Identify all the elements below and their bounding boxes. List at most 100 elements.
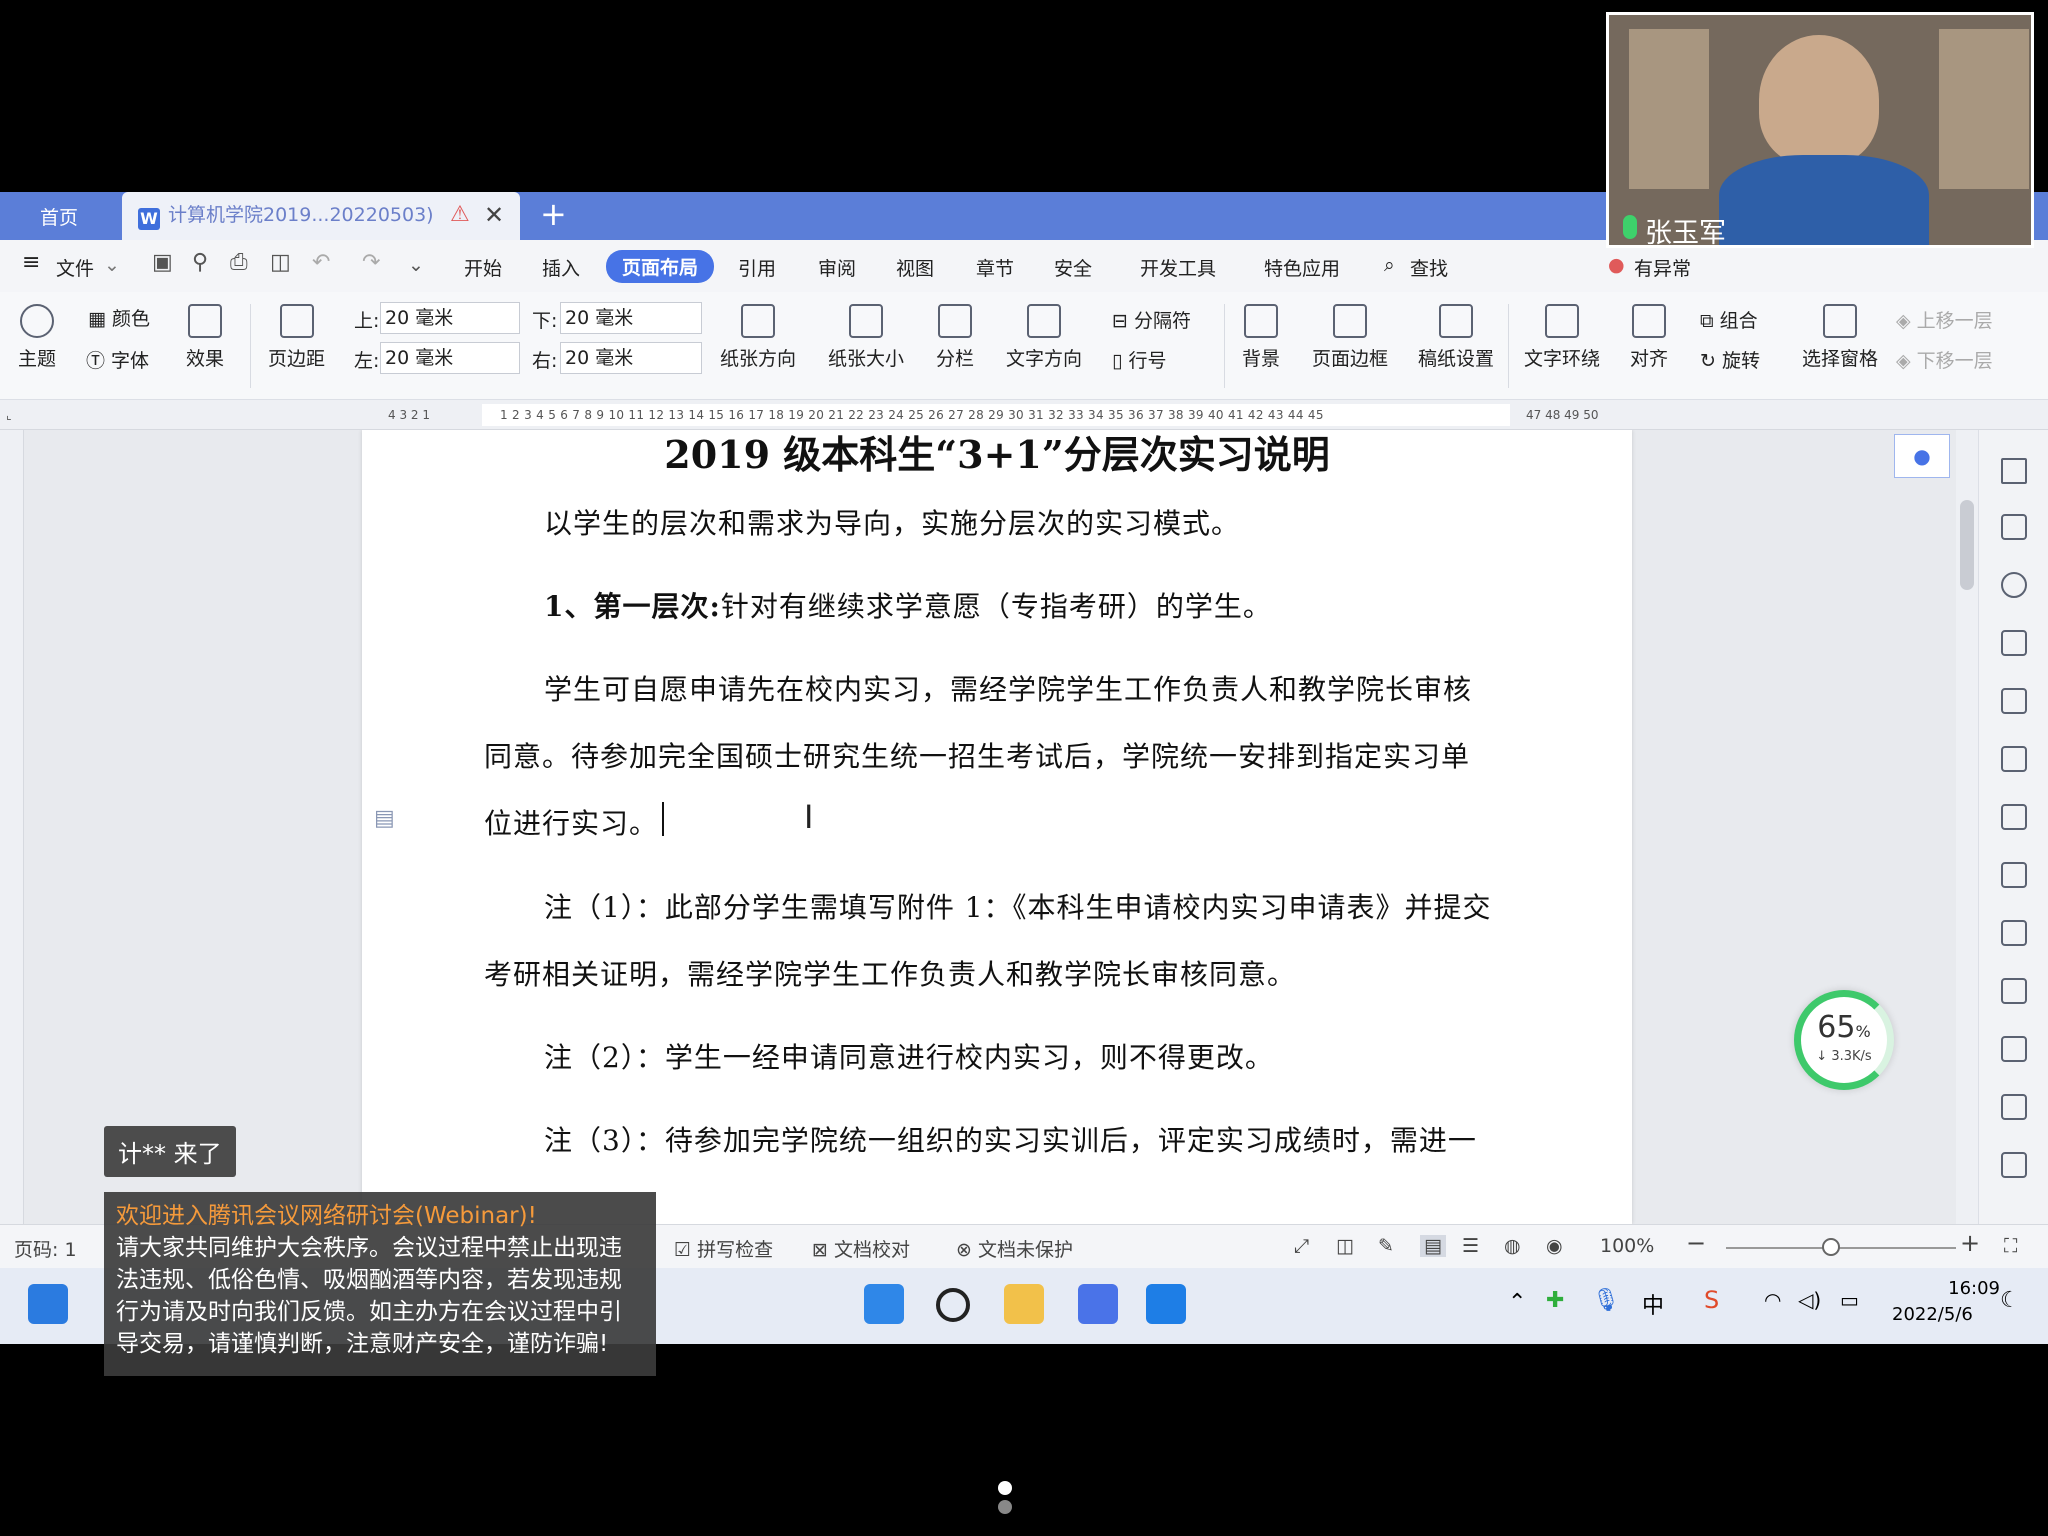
battery-icon[interactable]: ▭ [1840, 1288, 1859, 1312]
speaker-video[interactable]: 张玉军 [1606, 12, 2034, 248]
page-dot[interactable] [998, 1500, 1012, 1514]
widgets-icon[interactable] [28, 1284, 68, 1324]
top-margin-input[interactable]: 20 毫米 [380, 302, 520, 334]
menu-item-references[interactable]: 引用 [738, 254, 776, 281]
horizontal-ruler[interactable]: ⌞ 4 3 2 1 1 2 3 4 5 6 7 8 9 10 11 12 13 … [0, 400, 2048, 430]
document-page[interactable]: 2019 级本科生“3+1”分层次实习说明 以学生的层次和需求为导向，实施分层次… [362, 430, 1632, 1224]
breaks-button[interactable]: ⊟ 分隔符 [1112, 306, 1191, 333]
zoom-out-icon[interactable]: − [1686, 1229, 1706, 1257]
print-icon[interactable]: ⎙ [230, 250, 248, 275]
edit-icon[interactable]: ✎ [1378, 1235, 1394, 1257]
bottom-margin-input[interactable]: 20 毫米 [560, 302, 702, 334]
settings-icon[interactable] [2001, 862, 2027, 888]
document-area[interactable]: 2019 级本科生“3+1”分层次实习说明 以学生的层次和需求为导向，实施分层次… [24, 430, 1956, 1224]
preview-icon[interactable]: ◫ [270, 250, 291, 275]
line-numbers-button[interactable]: ▯ 行号 [1112, 346, 1167, 373]
page-dot-active[interactable] [998, 1481, 1012, 1495]
page-view-icon[interactable]: ▤ [1420, 1235, 1446, 1257]
text-direction-button[interactable]: 文字方向 [1006, 304, 1082, 371]
search-taskbar-icon[interactable] [936, 1288, 970, 1322]
microphone-tray-icon[interactable]: 🎙 [1592, 1288, 1620, 1313]
menu-item-chapter[interactable]: 章节 [976, 254, 1014, 281]
status-abnormal[interactable]: 有异常 [1634, 254, 1691, 281]
color-button[interactable]: ▦ 颜色 [88, 304, 150, 331]
group-button[interactable]: ⧉ 组合 [1700, 306, 1758, 333]
menu-item-insert[interactable]: 插入 [542, 254, 580, 281]
web-view-icon[interactable]: ◍ [1504, 1235, 1521, 1257]
page-border-button[interactable]: 页面边框 [1312, 304, 1388, 371]
format-painter-icon[interactable]: ⚲ [192, 250, 208, 275]
close-icon[interactable]: ✕ [484, 192, 504, 238]
sogou-ime-icon[interactable]: S [1704, 1286, 1719, 1314]
zoom-level[interactable]: 100% [1600, 1235, 1654, 1257]
add-tab-icon[interactable]: + [540, 192, 567, 236]
selection-pane-button[interactable]: 选择窗格 [1802, 304, 1878, 371]
table-icon[interactable] [2001, 688, 2027, 714]
paragraph-menu-icon[interactable]: ▤ [374, 806, 395, 831]
archive-icon[interactable] [2001, 1094, 2027, 1120]
theme-button[interactable]: 主题 [18, 304, 56, 371]
tab-stop-icon[interactable]: ⌞ [6, 400, 12, 430]
menu-item-review[interactable]: 审阅 [818, 254, 856, 281]
columns-button[interactable]: 分栏 [936, 304, 974, 371]
shapes-icon[interactable] [2001, 572, 2027, 598]
chevron-up-icon[interactable]: ⌃ [1508, 1290, 1526, 1315]
search-icon[interactable]: ⌕ [1384, 254, 1395, 276]
chevron-down-icon[interactable]: ⌄ [104, 254, 120, 276]
zoom-in-icon[interactable]: + [1960, 1229, 1980, 1257]
bring-forward-button[interactable]: ◈ 上移一层 [1896, 306, 1993, 333]
volume-icon[interactable]: ◁) [1798, 1288, 1821, 1312]
share-icon[interactable] [2001, 978, 2027, 1004]
wifi-icon[interactable]: ◠ [1764, 1288, 1781, 1312]
wrap-button[interactable]: 文字环绕 [1524, 304, 1600, 371]
zoom-slider-handle[interactable] [1822, 1238, 1840, 1256]
send-backward-button[interactable]: ◈ 下移一层 [1896, 346, 1993, 373]
vertical-scrollbar[interactable] [1956, 430, 1978, 1224]
left-margin-input[interactable]: 20 毫米 [380, 342, 520, 374]
location-pin-icon[interactable]: ● [1894, 434, 1950, 478]
menu-item-page-layout[interactable]: 页面布局 [606, 250, 715, 283]
menu-item-home[interactable]: 开始 [464, 254, 502, 281]
right-margin-input[interactable]: 20 毫米 [560, 342, 702, 374]
menu-file[interactable]: 文件 [56, 254, 94, 281]
scrollbar-thumb[interactable] [1960, 500, 1974, 590]
file-explorer-icon[interactable] [1004, 1284, 1044, 1324]
eye-protection-icon[interactable]: ◉ [1546, 1235, 1563, 1257]
effect-button[interactable]: 效果 [186, 304, 224, 371]
network-speed-gauge[interactable]: 65% ↓ 3.3K/s [1794, 990, 1894, 1090]
margins-button[interactable]: 页边距 [268, 304, 325, 371]
tab-document[interactable]: W 计算机学院2019...20220503) ⚠ ✕ [122, 192, 520, 240]
zoom-slider[interactable] [1726, 1247, 1956, 1249]
style-icon[interactable] [2001, 630, 2027, 656]
tencent-meeting-icon[interactable] [1146, 1284, 1186, 1324]
focus-moon-icon[interactable]: ☾ [2000, 1288, 2020, 1313]
fullscreen-icon[interactable]: ⤢ [1294, 1235, 1309, 1257]
spell-check-button[interactable]: ☑ 拼写检查 [674, 1235, 773, 1262]
image-icon[interactable] [2001, 920, 2027, 946]
picture-icon[interactable] [2001, 1152, 2027, 1178]
clock-date[interactable]: 2022/5/6 [1892, 1304, 1973, 1325]
align-button[interactable]: 对齐 [1630, 304, 1668, 371]
pen-icon[interactable] [2001, 458, 2027, 484]
start-icon[interactable] [864, 1284, 904, 1324]
page-indicator[interactable] [998, 1480, 1046, 1514]
apps-icon[interactable] [2001, 746, 2027, 772]
chart-icon[interactable] [2001, 804, 2027, 830]
outline-view-icon[interactable]: ☰ [1462, 1235, 1479, 1257]
font-button[interactable]: Ⓣ 字体 [86, 346, 149, 373]
clock-time[interactable]: 16:09 [1920, 1278, 2000, 1299]
wps-writer-icon[interactable] [1078, 1284, 1118, 1324]
orientation-button[interactable]: 纸张方向 [720, 304, 796, 371]
hamburger-icon[interactable]: ≡ [22, 250, 40, 275]
paper-size-button[interactable]: 纸张大小 [828, 304, 904, 371]
menu-item-view[interactable]: 视图 [896, 254, 934, 281]
more-icon[interactable]: ⌄ [408, 254, 424, 276]
menu-item-developer[interactable]: 开发工具 [1140, 254, 1216, 281]
protection-button[interactable]: ⊗ 文档未保护 [956, 1235, 1073, 1262]
read-mode-icon[interactable]: ◫ [1336, 1235, 1354, 1257]
fit-icon[interactable]: ⛶ [2004, 1235, 2017, 1257]
warning-icon[interactable]: ⚠ [450, 192, 470, 238]
redo-icon[interactable]: ↷ [362, 250, 380, 275]
undo-icon[interactable]: ↶ [312, 250, 330, 275]
translate-icon[interactable] [2001, 1036, 2027, 1062]
